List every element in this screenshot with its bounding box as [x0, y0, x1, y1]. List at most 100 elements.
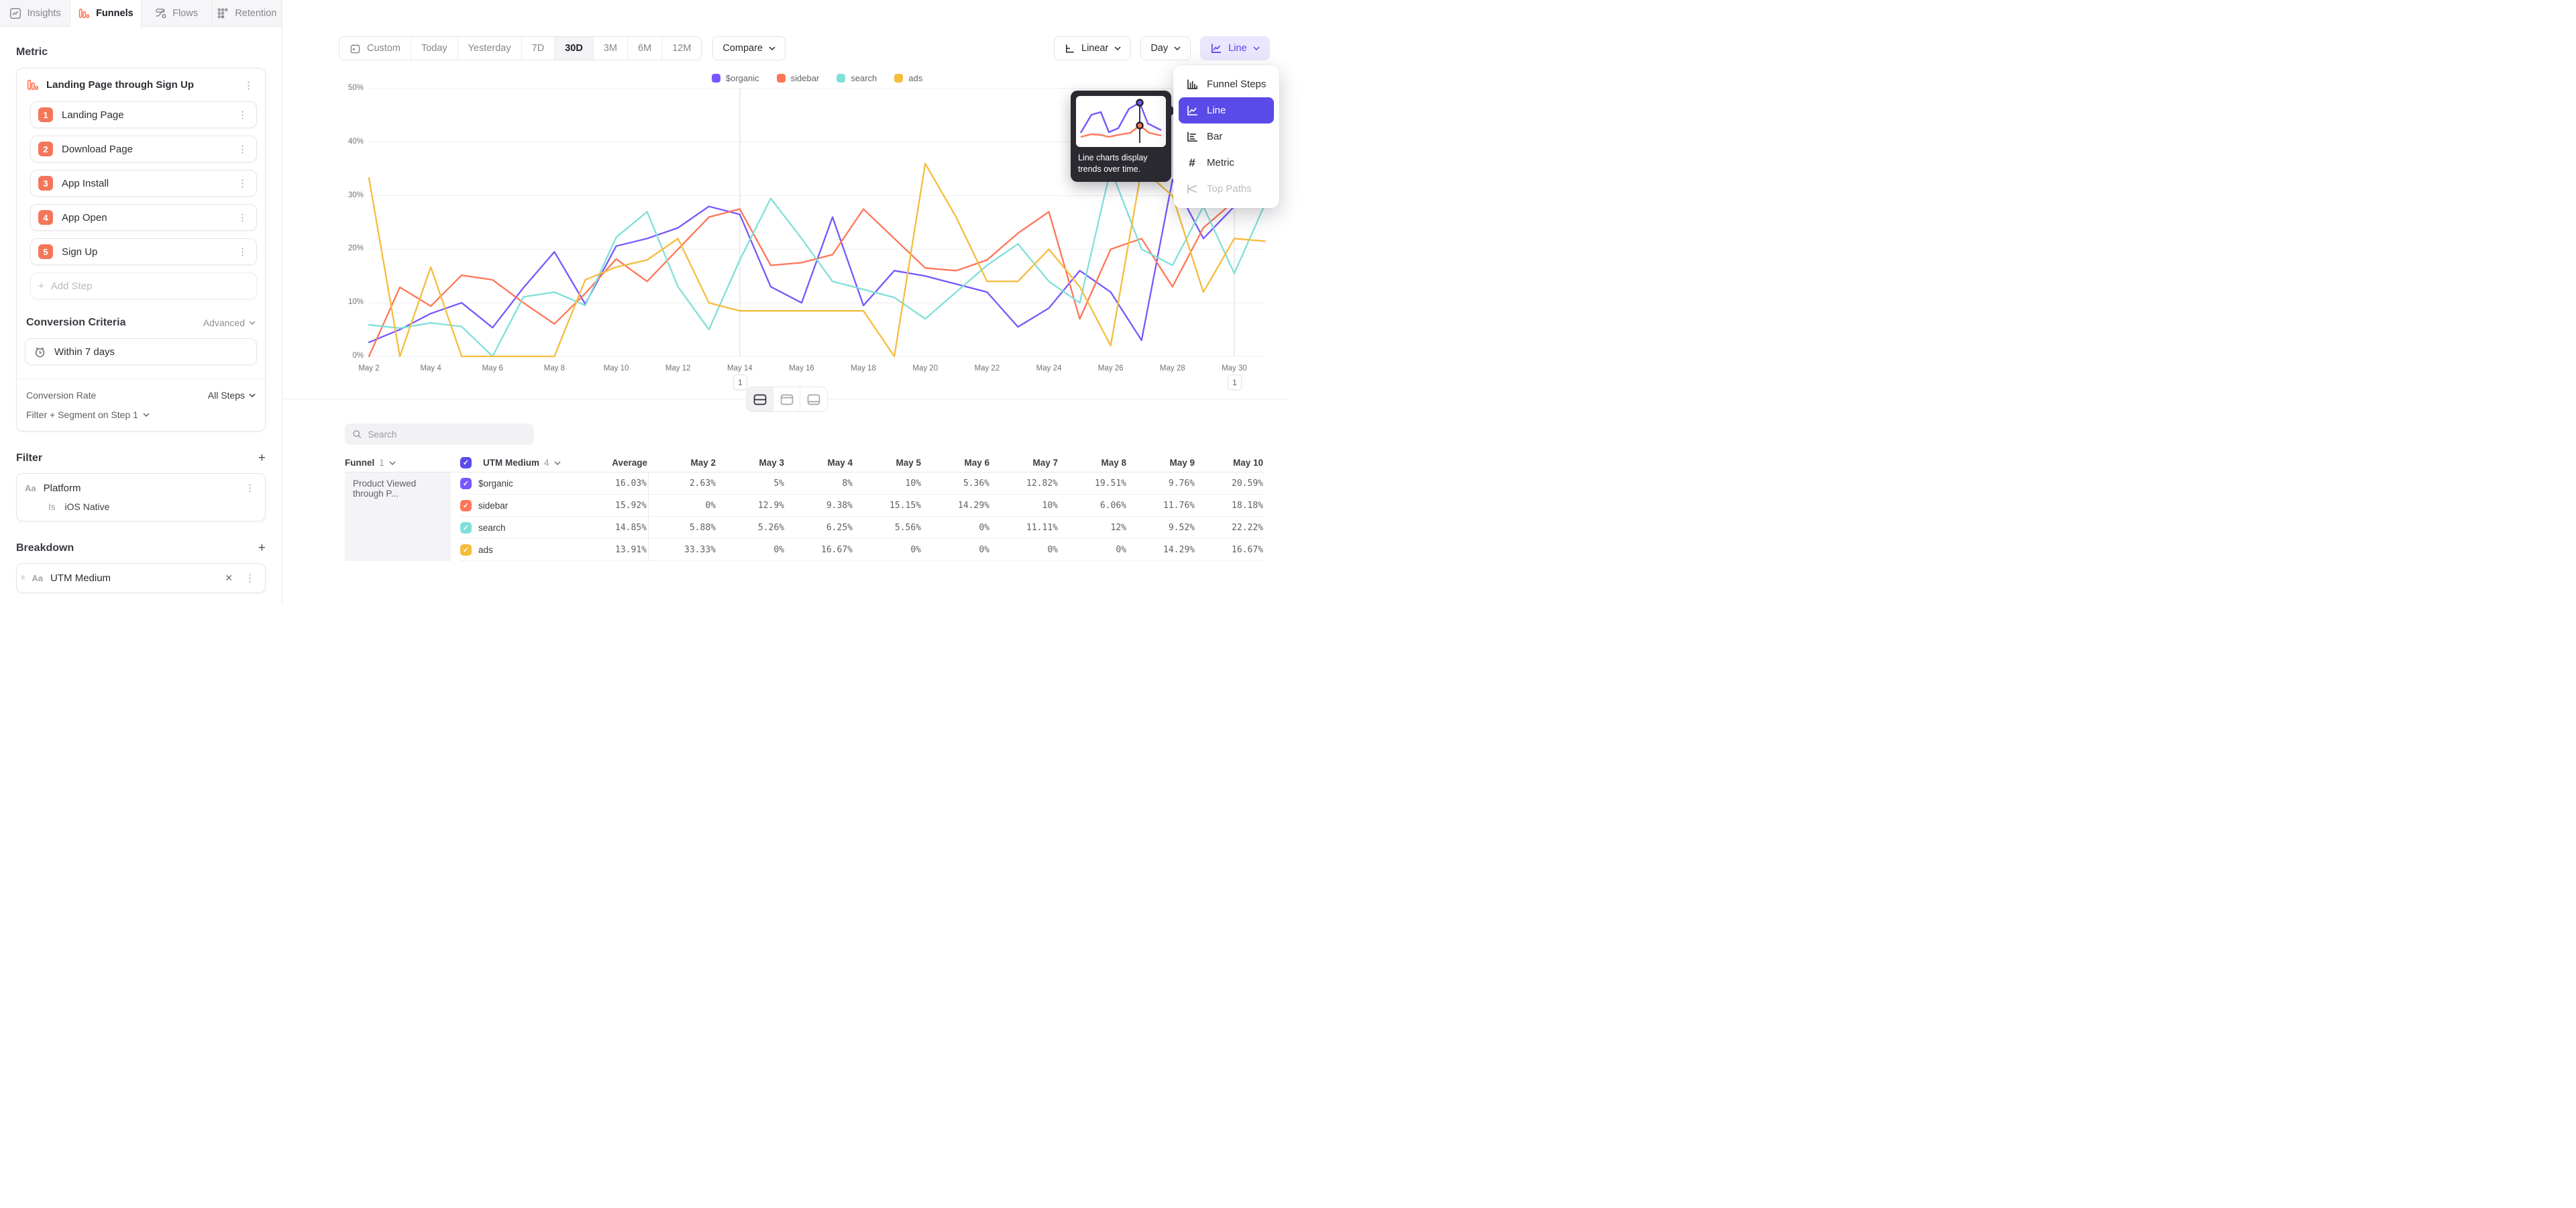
- funnel-step-1[interactable]: 1 Landing Page ⋮: [30, 101, 257, 128]
- tab-label: Flows: [172, 8, 198, 19]
- menu-item-top-paths[interactable]: Top Paths: [1179, 176, 1274, 202]
- date-column-header[interactable]: May 6: [922, 458, 991, 468]
- filter-operator[interactable]: Is: [48, 502, 56, 512]
- series-row-ads[interactable]: ✓ads: [460, 539, 562, 561]
- funnel-column-header[interactable]: Funnel 1: [345, 458, 460, 468]
- series-checkbox[interactable]: ✓: [460, 522, 472, 534]
- preset-yesterday[interactable]: Yesterday: [458, 37, 522, 60]
- preset-30d[interactable]: 30D: [555, 37, 594, 60]
- scale-dropdown[interactable]: Linear: [1054, 36, 1131, 60]
- y-tick-label: 50%: [337, 84, 364, 92]
- kebab-menu-icon[interactable]: ⋮: [235, 246, 250, 258]
- bottom-panel-icon: [807, 394, 820, 405]
- chevron-down-icon: [554, 461, 561, 465]
- table-panel-button[interactable]: [800, 387, 827, 411]
- series-row-sidebar[interactable]: ✓sidebar: [460, 495, 562, 517]
- drag-handle-icon[interactable]: ≡: [21, 574, 24, 582]
- series-row-search[interactable]: ✓search: [460, 517, 562, 539]
- series-checkbox[interactable]: ✓: [460, 478, 472, 489]
- filter-value[interactable]: iOS Native: [65, 501, 110, 512]
- date-column-header[interactable]: May 5: [854, 458, 922, 468]
- add-breakdown-button[interactable]: +: [258, 542, 266, 554]
- add-step-button[interactable]: + Add Step: [30, 272, 257, 299]
- date-column-header[interactable]: May 7: [991, 458, 1059, 468]
- tooltip-preview-chart: [1076, 96, 1166, 147]
- kebab-menu-icon[interactable]: ⋮: [243, 482, 257, 494]
- kebab-menu-icon[interactable]: ⋮: [243, 572, 257, 584]
- table-value: 11.11%: [991, 517, 1059, 539]
- chart-type-dropdown[interactable]: Line: [1200, 36, 1269, 60]
- filter-segment-dropdown[interactable]: Filter + Segment on Step 1: [25, 409, 257, 420]
- legend-item-sidebar[interactable]: sidebar: [777, 73, 820, 83]
- menu-item-bar[interactable]: Bar: [1179, 123, 1274, 150]
- funnel-step-4[interactable]: 4 App Open ⋮: [30, 204, 257, 231]
- legend-item-organic[interactable]: $organic: [712, 73, 759, 83]
- series-checkbox[interactable]: ✓: [460, 544, 472, 556]
- preset-7d[interactable]: 7D: [522, 37, 555, 60]
- filter-heading: Filter: [16, 452, 42, 464]
- funnel-name-cell[interactable]: Product Viewed through P...: [345, 472, 451, 561]
- search-input[interactable]: [368, 430, 527, 440]
- table-value: 6.06%: [1059, 495, 1128, 517]
- split-view-button[interactable]: [747, 387, 773, 411]
- funnel-step-5[interactable]: 5 Sign Up ⋮: [30, 238, 257, 265]
- preset-3m[interactable]: 3M: [594, 37, 628, 60]
- interval-dropdown[interactable]: Day: [1140, 36, 1191, 60]
- annotation-badge[interactable]: 1: [1228, 374, 1242, 390]
- funnels-icon: [78, 7, 90, 19]
- series-checkbox[interactable]: ✓: [460, 500, 472, 511]
- preset-6m[interactable]: 6M: [628, 37, 662, 60]
- kebab-menu-icon[interactable]: ⋮: [235, 109, 250, 121]
- tab-label: Insights: [28, 8, 61, 19]
- kebab-menu-icon[interactable]: ⋮: [235, 143, 250, 155]
- legend-item-search[interactable]: search: [837, 73, 877, 83]
- alarm-clock-icon: [34, 346, 46, 358]
- step-number-badge: 3: [38, 176, 53, 191]
- table-value: 14.29%: [922, 495, 991, 517]
- tab-flows[interactable]: Flows: [142, 0, 212, 26]
- date-column-header[interactable]: May 9: [1128, 458, 1196, 468]
- funnel-step-2[interactable]: 2 Download Page ⋮: [30, 136, 257, 162]
- advanced-dropdown[interactable]: Advanced: [203, 317, 256, 328]
- legend-swatch: [894, 74, 903, 83]
- remove-breakdown-icon[interactable]: ✕: [222, 572, 235, 584]
- funnel-step-3[interactable]: 3 App Install ⋮: [30, 170, 257, 197]
- x-tick-label: May 24: [1036, 364, 1062, 372]
- conversion-window[interactable]: Within 7 days: [25, 338, 257, 365]
- date-column-header[interactable]: May 4: [786, 458, 854, 468]
- menu-item-metric[interactable]: # Metric: [1179, 150, 1274, 176]
- series-line-search[interactable]: [369, 169, 1265, 356]
- conversion-rate-dropdown[interactable]: All Steps: [208, 390, 256, 401]
- date-column-header[interactable]: May 10: [1196, 458, 1265, 468]
- retention-icon: [217, 7, 229, 19]
- preset-custom[interactable]: Custom: [339, 37, 411, 60]
- date-column-header[interactable]: May 2: [649, 458, 717, 468]
- add-filter-button[interactable]: +: [258, 452, 266, 464]
- date-column-header[interactable]: May 8: [1059, 458, 1128, 468]
- breakdown-column-header[interactable]: ✓ UTM Medium 4: [460, 457, 562, 468]
- legend-item-ads[interactable]: ads: [894, 73, 922, 83]
- chart-panel-button[interactable]: [773, 387, 800, 411]
- kebab-menu-icon[interactable]: ⋮: [241, 79, 256, 91]
- date-column-header[interactable]: May 3: [717, 458, 786, 468]
- select-all-checkbox[interactable]: ✓: [460, 457, 472, 468]
- average-value: 15.92%: [562, 495, 649, 517]
- annotation-badge[interactable]: 1: [733, 374, 747, 390]
- menu-item-funnel-steps[interactable]: Funnel Steps: [1179, 71, 1274, 97]
- breakdown-property[interactable]: UTM Medium: [50, 572, 215, 584]
- filter-property[interactable]: Platform: [44, 483, 235, 494]
- average-column-header[interactable]: Average: [562, 458, 649, 468]
- tab-retention[interactable]: Retention: [212, 0, 282, 26]
- tab-insights[interactable]: Insights: [0, 0, 70, 26]
- preset-today[interactable]: Today: [411, 37, 458, 60]
- compare-button[interactable]: Compare: [712, 36, 786, 60]
- menu-item-line[interactable]: Line: [1179, 97, 1274, 123]
- tab-funnels[interactable]: Funnels: [70, 0, 141, 28]
- preset-12m[interactable]: 12M: [662, 37, 701, 60]
- series-row-organic[interactable]: ✓$organic: [460, 472, 562, 495]
- series-line-sidebar[interactable]: [369, 201, 1265, 356]
- table-value: 16.67%: [786, 539, 854, 561]
- kebab-menu-icon[interactable]: ⋮: [235, 177, 250, 189]
- metric-icon: #: [1185, 156, 1199, 170]
- kebab-menu-icon[interactable]: ⋮: [235, 211, 250, 223]
